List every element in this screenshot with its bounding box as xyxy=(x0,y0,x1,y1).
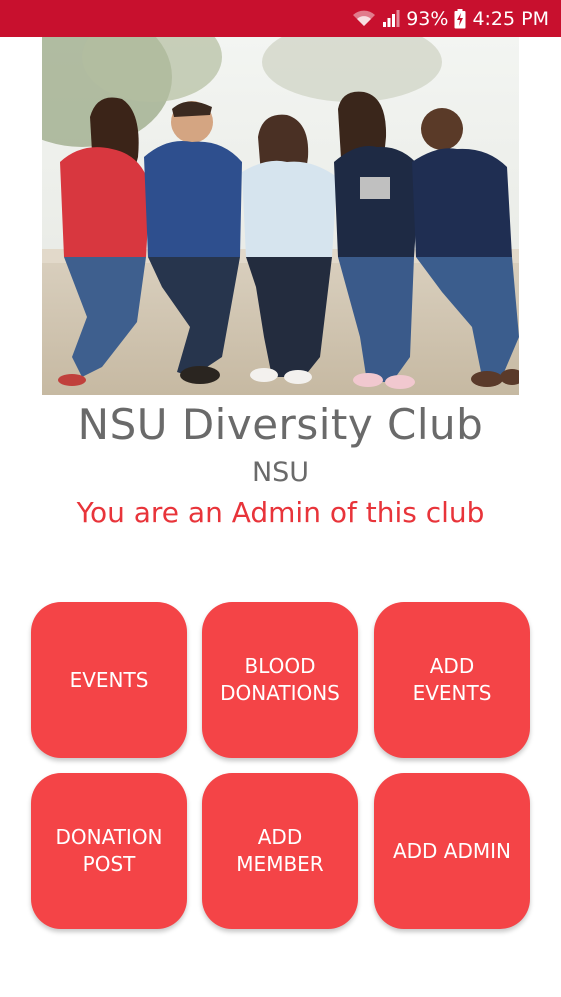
add-member-button[interactable]: ADD MEMBER xyxy=(202,773,358,929)
club-organization: NSU xyxy=(251,457,310,488)
blood-donations-button[interactable]: BLOOD DONATIONS xyxy=(202,602,358,758)
events-button[interactable]: EVENTS xyxy=(31,602,187,758)
wifi-icon xyxy=(352,10,376,28)
battery-percentage: 93% xyxy=(406,7,449,30)
add-admin-button[interactable]: ADD ADMIN xyxy=(374,773,530,929)
admin-status-message: You are an Admin of this club xyxy=(76,496,485,529)
battery-charging-icon xyxy=(454,8,466,29)
status-bar: 93% 4:25 PM xyxy=(0,0,561,37)
club-detail-screen: 93% 4:25 PM NSU Diversity Club NSU You a… xyxy=(0,0,561,997)
club-banner-image xyxy=(42,37,519,395)
club-name: NSU Diversity Club xyxy=(77,400,484,449)
add-events-button[interactable]: ADD EVENTS xyxy=(374,602,530,758)
group-photo-image xyxy=(42,37,519,395)
status-time: 4:25 PM xyxy=(472,7,549,30)
signal-icon xyxy=(382,9,400,28)
donation-post-button[interactable]: DONATION POST xyxy=(31,773,187,929)
